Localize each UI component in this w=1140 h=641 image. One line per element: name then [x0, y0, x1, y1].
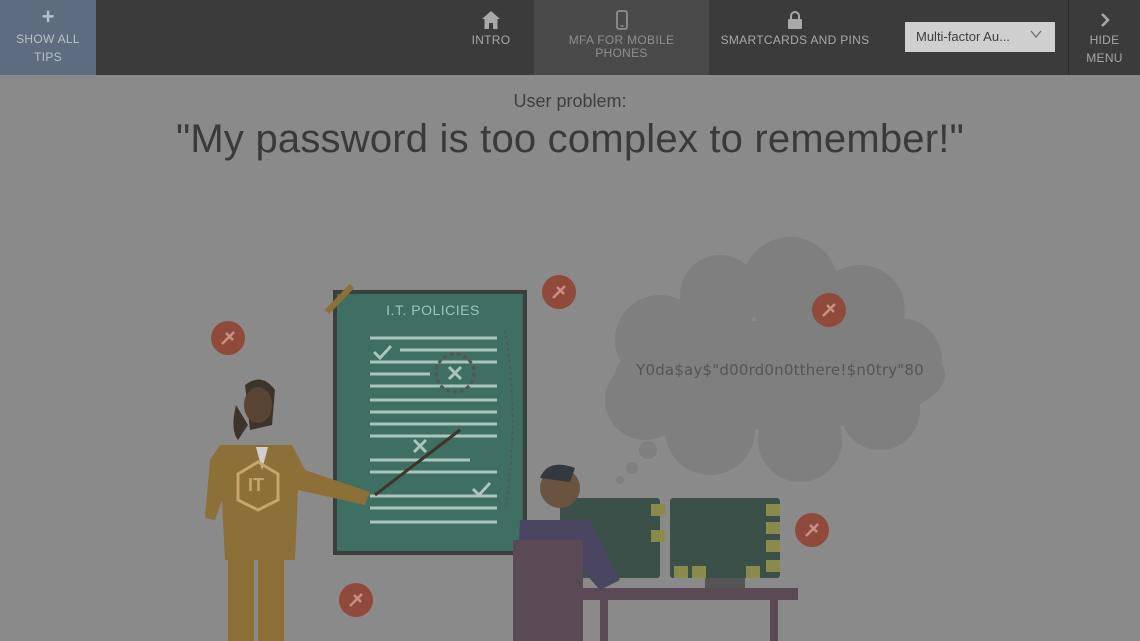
- it-policies-board: [324, 283, 527, 555]
- desk-workstation: [513, 464, 798, 641]
- it-badge: IT: [248, 475, 264, 495]
- it-policies-illustration: [205, 237, 945, 641]
- board-title: I.T. POLICIES: [386, 302, 480, 318]
- thought-password-text: Y0da$ay$"d00rd0n0tthere!$n0try"80: [636, 361, 924, 379]
